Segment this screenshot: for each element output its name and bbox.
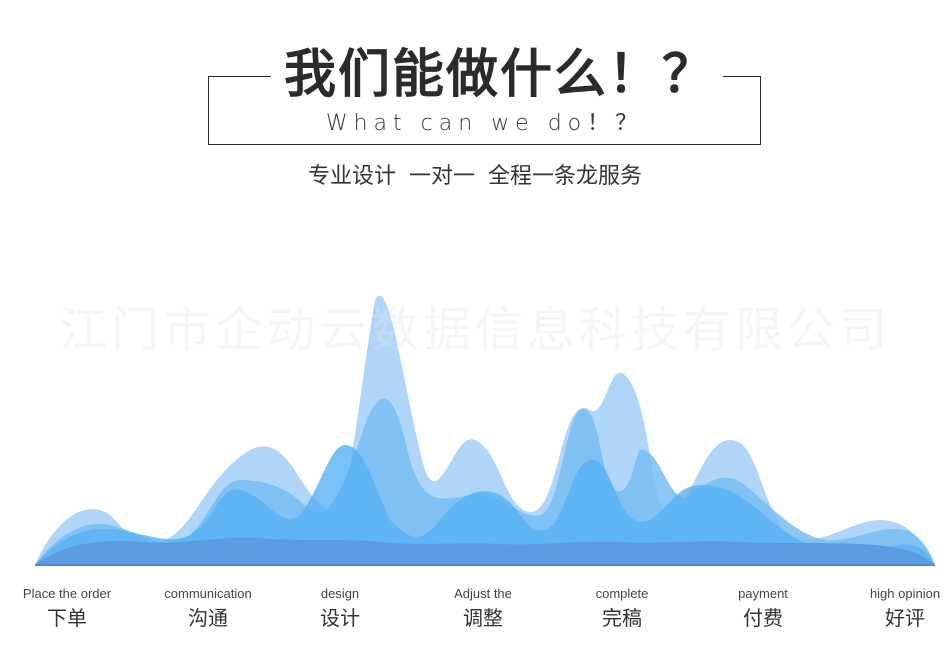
page-title: 我们能做什么！？ <box>283 45 716 105</box>
step-communication: communication 沟通 <box>138 585 278 633</box>
step-label-zh: 付费 <box>743 606 783 630</box>
step-high-opinion: high opinion 好评 <box>835 585 950 633</box>
step-label-zh: 好评 <box>885 606 925 630</box>
step-label-en: design <box>320 586 360 601</box>
step-label-en: Place the order <box>22 586 112 601</box>
wave-graphic <box>35 295 935 566</box>
step-label-en: communication <box>164 586 252 601</box>
step-label-zh: 沟通 <box>188 606 228 630</box>
step-label-en: high opinion <box>869 586 941 601</box>
step-label-zh: 设计 <box>320 606 360 630</box>
step-label-zh: 完稿 <box>602 606 642 630</box>
step-label-en: payment <box>738 586 788 601</box>
step-complete: complete 完稿 <box>552 585 692 633</box>
step-label-zh: 下单 <box>47 606 87 630</box>
tagline: 专业设计 一对一 全程一条龙服务 <box>308 164 642 189</box>
step-payment: payment 付费 <box>693 585 833 633</box>
step-label-en: Adjust the <box>454 586 512 601</box>
step-design: design 设计 <box>270 585 410 633</box>
page-subtitle-english: What can we do！？ <box>325 111 644 136</box>
step-adjust: Adjust the 调整 <box>413 585 553 633</box>
step-place-order: Place the order 下单 <box>0 585 137 633</box>
step-label-en: complete <box>595 586 649 601</box>
step-label-zh: 调整 <box>463 606 503 630</box>
process-steps: Place the order 下单 communication 沟通 desi… <box>0 585 950 645</box>
